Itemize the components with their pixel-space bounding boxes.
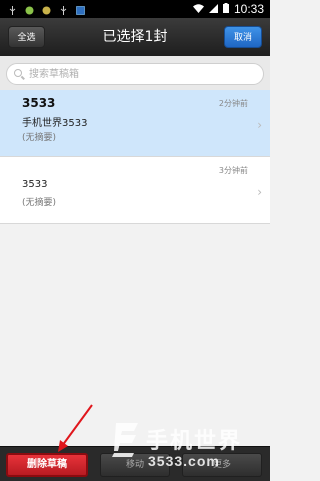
- select-all-button[interactable]: 全选: [8, 26, 45, 48]
- search-input[interactable]: [29, 67, 249, 81]
- draft-subject: 3533: [22, 179, 48, 190]
- more-button[interactable]: 更多: [182, 453, 262, 477]
- top-action-bar: 全选 已选择1封 取消: [0, 18, 270, 56]
- search-box[interactable]: [6, 63, 264, 85]
- chevron-right-icon: ›: [257, 118, 262, 132]
- battery-icon: [222, 2, 229, 16]
- cancel-button[interactable]: 取消: [224, 26, 262, 48]
- draft-subject: 手机世界3533: [22, 118, 88, 129]
- move-button[interactable]: 移动: [100, 453, 170, 477]
- usb-icon: [59, 5, 68, 15]
- draft-title: 3533: [22, 96, 56, 110]
- status-bar: 10:33: [0, 0, 270, 18]
- delete-draft-button[interactable]: 删除草稿: [6, 453, 88, 477]
- wifi-icon: [192, 3, 204, 16]
- signal-icon: [208, 3, 218, 16]
- draft-summary: (无摘要): [22, 133, 57, 143]
- draft-time: 2分钟前: [218, 99, 248, 108]
- app-icon: [76, 5, 85, 15]
- draft-time: 3分钟前: [218, 166, 248, 175]
- list-item[interactable]: 3533 (无摘要) 3分钟前 ›: [0, 157, 270, 224]
- status-time: 10:33: [233, 2, 264, 16]
- chevron-right-icon: ›: [257, 185, 262, 199]
- usb-icon: [8, 5, 17, 15]
- search-bar: [0, 56, 270, 90]
- bottom-action-bar: 删除草稿 移动 更多: [0, 446, 270, 481]
- notification-icon: [25, 5, 34, 14]
- search-icon: [14, 69, 22, 77]
- draft-summary: (无摘要): [22, 198, 57, 208]
- list-item[interactable]: 3533 手机世界3533 (无摘要) 2分钟前 ›: [0, 90, 270, 157]
- draft-list: 3533 手机世界3533 (无摘要) 2分钟前 › 3533 (无摘要) 3分…: [0, 90, 270, 224]
- notification-icon: [42, 5, 51, 14]
